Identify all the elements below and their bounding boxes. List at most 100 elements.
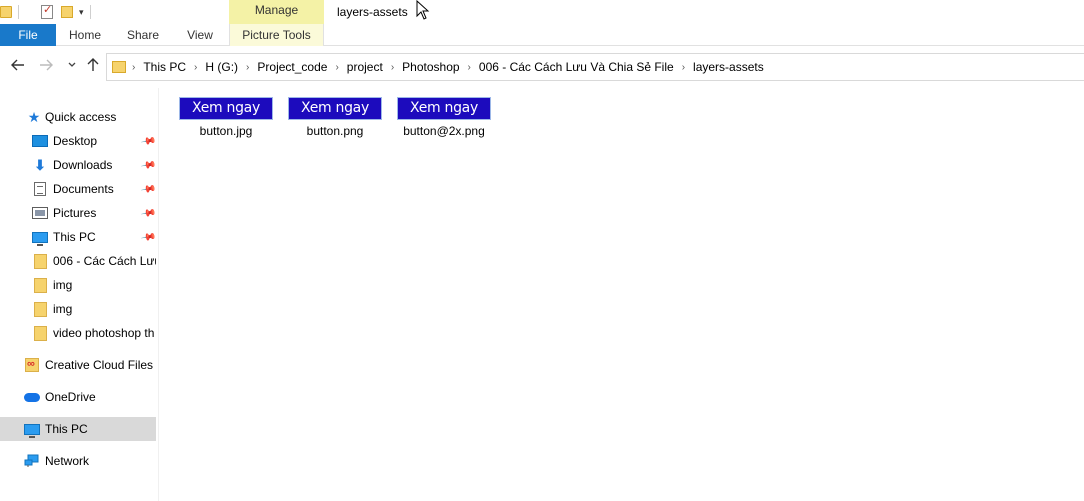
sidebar-item-pictures[interactable]: Pictures 📌 (0, 201, 156, 225)
folder-icon (32, 301, 48, 317)
back-button[interactable] (10, 58, 26, 76)
pictures-icon (32, 206, 48, 220)
sidebar-item-label: Network (45, 454, 90, 468)
cloud-icon (24, 390, 40, 404)
folder-icon (0, 6, 12, 18)
sidebar-item-label: Documents (53, 182, 114, 196)
file-item[interactable]: Xem ngay button@2x.png (397, 97, 491, 143)
file-thumbnail: Xem ngay (398, 98, 490, 119)
sidebar-item-network[interactable]: Network (0, 449, 156, 473)
folder-icon (32, 277, 48, 293)
sidebar-item-creative-cloud[interactable]: Creative Cloud Files (0, 353, 156, 377)
sidebar-item-label: Creative Cloud Files (45, 358, 154, 372)
arrow-up-icon (87, 58, 99, 71)
navigation-pane: ★ Quick access Desktop 📌 ⬇ Downloads 📌 D… (0, 100, 158, 501)
chevron-right-icon[interactable]: › (246, 62, 249, 73)
sidebar-item-quick-access[interactable]: ★ Quick access (0, 105, 156, 129)
up-button[interactable] (85, 58, 101, 76)
customize-toolbar-icon[interactable]: ▾ (79, 7, 84, 18)
folder-icon (32, 253, 48, 269)
forward-button[interactable] (38, 58, 54, 76)
sidebar-item-label: This PC (45, 422, 88, 436)
pin-icon: 📌 (139, 132, 156, 150)
file-thumbnail: Xem ngay (180, 98, 272, 119)
quick-access-toolbar: ▾ (0, 0, 91, 24)
pin-icon: 📌 (139, 156, 156, 174)
chevron-right-icon[interactable]: › (194, 62, 197, 73)
sidebar-item-label: Quick access (45, 110, 117, 124)
breadcrumb-project-code[interactable]: Project_code (257, 60, 327, 74)
title-bar: ▾ Manage layers-assets (0, 0, 1084, 24)
chevron-right-icon[interactable]: › (682, 62, 685, 73)
arrow-right-icon (40, 59, 53, 71)
breadcrumb-project[interactable]: project (347, 60, 383, 74)
sidebar-item-label: OneDrive (45, 390, 96, 404)
tab-home[interactable]: Home (56, 24, 114, 46)
sidebar-item-lesson-folder[interactable]: 006 - Các Cách Lưu (0, 249, 156, 273)
file-name: button.jpg (199, 124, 253, 138)
sidebar-item-this-pc[interactable]: This PC (0, 417, 156, 441)
chevron-right-icon[interactable]: › (335, 62, 338, 73)
sidebar-item-onedrive[interactable]: OneDrive (0, 385, 156, 409)
sidebar-item-this-pc-pinned[interactable]: This PC 📌 (0, 225, 156, 249)
sidebar-item-desktop[interactable]: Desktop 📌 (0, 129, 156, 153)
properties-icon[interactable] (41, 3, 53, 19)
arrow-left-icon (11, 59, 24, 71)
pin-icon: 📌 (139, 204, 156, 222)
file-thumbnail: Xem ngay (289, 98, 381, 119)
chevron-right-icon[interactable]: › (468, 62, 471, 73)
address-bar[interactable]: › This PC › H (G:) › Project_code › proj… (106, 53, 1084, 81)
sidebar-item-label: 006 - Các Cách Lưu (53, 254, 156, 268)
sidebar-item-documents[interactable]: Documents 📌 (0, 177, 156, 201)
ribbon-tabs: File Home Share View Picture Tools (0, 24, 1084, 46)
new-folder-icon[interactable] (61, 6, 73, 18)
recent-locations-button[interactable] (64, 58, 80, 76)
file-name: button.png (306, 124, 364, 138)
star-icon: ★ (27, 109, 41, 125)
sidebar-item-label: This PC (53, 230, 96, 244)
documents-icon (32, 182, 48, 196)
chevron-down-icon (68, 62, 76, 67)
folder-icon (32, 325, 48, 341)
tab-manage[interactable]: Manage (229, 0, 324, 24)
divider (158, 88, 159, 501)
tab-file[interactable]: File (0, 24, 56, 46)
sidebar-item-label: Pictures (53, 206, 97, 220)
chevron-right-icon[interactable]: › (132, 62, 135, 73)
pin-icon: 📌 (139, 180, 156, 198)
divider (18, 5, 19, 19)
breadcrumb-this-pc[interactable]: This PC (143, 60, 186, 74)
computer-icon (32, 230, 48, 246)
desktop-icon (32, 134, 48, 148)
tab-share[interactable]: Share (114, 24, 172, 46)
breadcrumb-lesson-folder[interactable]: 006 - Các Cách Lưu Và Chia Sẻ File (479, 60, 674, 74)
sidebar-item-label: Downloads (53, 158, 113, 172)
sidebar-item-label: img (53, 278, 73, 292)
sidebar-item-label: img (53, 302, 73, 316)
pin-icon: 📌 (139, 228, 156, 246)
folder-icon (112, 61, 126, 73)
file-name: button@2x.png (403, 124, 485, 138)
breadcrumb-photoshop[interactable]: Photoshop (402, 60, 459, 74)
sidebar-item-label: Desktop (53, 134, 98, 148)
file-item[interactable]: Xem ngay button.png (288, 97, 382, 143)
sidebar-item-downloads[interactable]: ⬇ Downloads 📌 (0, 153, 156, 177)
sidebar-item-label: video photoshop th (53, 326, 155, 340)
tab-view[interactable]: View (172, 24, 228, 46)
mouse-cursor-icon (416, 0, 430, 20)
sidebar-item-img[interactable]: img (0, 297, 156, 321)
creative-cloud-icon (24, 358, 40, 372)
breadcrumb-layers-assets[interactable]: layers-assets (693, 60, 764, 74)
download-icon: ⬇ (34, 157, 46, 173)
divider (89, 5, 91, 19)
window-title: layers-assets (337, 5, 408, 19)
breadcrumb-drive[interactable]: H (G:) (205, 60, 238, 74)
navigation-bar: › This PC › H (G:) › Project_code › proj… (0, 50, 1084, 84)
sidebar-item-img[interactable]: img (0, 273, 156, 297)
tab-picture-tools[interactable]: Picture Tools (229, 24, 324, 46)
chevron-right-icon[interactable]: › (391, 62, 394, 73)
sidebar-item-video-photoshop[interactable]: video photoshop th (0, 321, 156, 345)
file-item[interactable]: Xem ngay button.jpg (179, 97, 273, 143)
file-list: Xem ngay button.jpg Xem ngay button.png … (160, 88, 1084, 501)
network-icon (24, 454, 40, 468)
